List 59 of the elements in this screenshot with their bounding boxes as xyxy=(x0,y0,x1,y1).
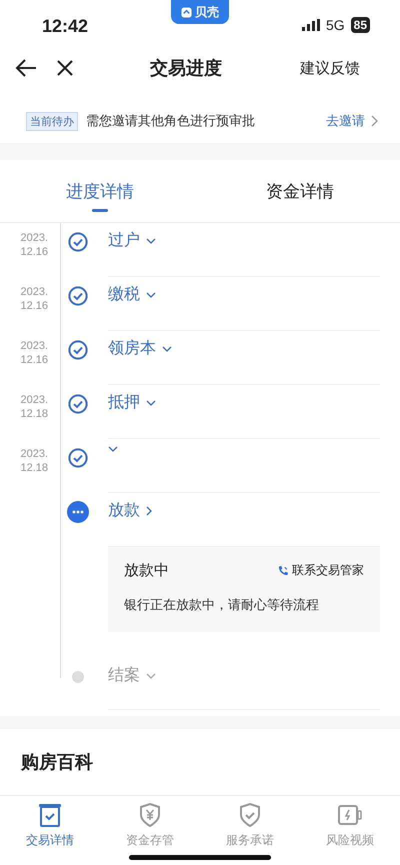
video-icon xyxy=(337,802,363,828)
step-label[interactable] xyxy=(108,446,118,452)
chevron-down-icon xyxy=(146,238,156,244)
step-date-day: 12.16 xyxy=(20,245,48,259)
close-button[interactable] xyxy=(56,59,74,77)
step-date-year: 2023. xyxy=(20,231,48,245)
bottom-tab[interactable]: 风险视频 xyxy=(300,802,400,849)
bottom-tab[interactable]: 资金存管 xyxy=(100,802,200,849)
check-circle-icon xyxy=(68,286,88,306)
step-label[interactable]: 结案 xyxy=(108,665,156,686)
app-badge[interactable]: 贝壳 xyxy=(171,0,229,24)
bottom-tab[interactable]: 交易详情 xyxy=(0,802,100,849)
chevron-right-icon xyxy=(146,506,152,516)
step-label[interactable]: 抵押 xyxy=(108,392,156,413)
signal-icon xyxy=(302,19,320,31)
check-circle-icon xyxy=(68,232,88,252)
status-time: 12:42 xyxy=(42,16,88,37)
step-date-day: 12.18 xyxy=(20,407,48,421)
step-date-day: 12.16 xyxy=(20,353,48,367)
step-date-year: 2023. xyxy=(20,393,48,407)
contact-button[interactable]: 联系交易管家 xyxy=(277,562,364,579)
battery-level: 85 xyxy=(350,17,370,33)
step-label[interactable]: 缴税 xyxy=(108,284,156,305)
tab[interactable]: 进度详情 xyxy=(0,160,200,222)
todo-tag: 当前待办 xyxy=(26,112,78,130)
bottom-tab[interactable]: 服务承诺 xyxy=(200,802,300,849)
yen-shield-icon xyxy=(137,802,163,828)
back-button[interactable] xyxy=(14,58,38,78)
feedback-button[interactable]: 建议反馈 xyxy=(300,58,360,78)
step-label[interactable]: 过户 xyxy=(108,230,156,251)
pending-dot-icon xyxy=(72,671,84,683)
step-label[interactable]: 领房本 xyxy=(108,338,172,359)
phone-icon xyxy=(277,564,289,576)
step-date-year: 2023. xyxy=(20,447,48,461)
chevron-down-icon xyxy=(146,672,156,678)
todo-message: 需您邀请其他角色进行预审批 xyxy=(86,112,256,130)
chevron-right-icon xyxy=(371,115,378,127)
network-label: 5G xyxy=(326,17,345,33)
check-shield-icon xyxy=(237,802,263,828)
check-circle-icon xyxy=(68,448,88,468)
check-circle-icon xyxy=(68,394,88,414)
step-label[interactable]: 放款 xyxy=(108,500,152,521)
step-date-year: 2023. xyxy=(20,285,48,299)
chevron-down-icon xyxy=(146,400,156,406)
step-date-year: 2023. xyxy=(20,339,48,353)
status-message: 银行正在放款中，请耐心等待流程 xyxy=(124,596,320,614)
invite-link[interactable]: 去邀请 xyxy=(326,112,378,130)
tab[interactable]: 资金详情 xyxy=(200,160,400,222)
checked-box-icon xyxy=(37,802,63,828)
section-title: 购房百科 xyxy=(21,751,93,774)
chevron-down-icon xyxy=(146,292,156,298)
step-date-day: 12.16 xyxy=(20,299,48,313)
page-title: 交易进度 xyxy=(149,57,223,80)
chevron-down-icon xyxy=(162,346,172,352)
check-circle-icon xyxy=(68,340,88,360)
status-title: 放款中 xyxy=(124,561,169,580)
more-dots-icon xyxy=(67,501,89,523)
chevron-down-icon xyxy=(108,446,118,452)
step-date-day: 12.18 xyxy=(20,461,48,475)
